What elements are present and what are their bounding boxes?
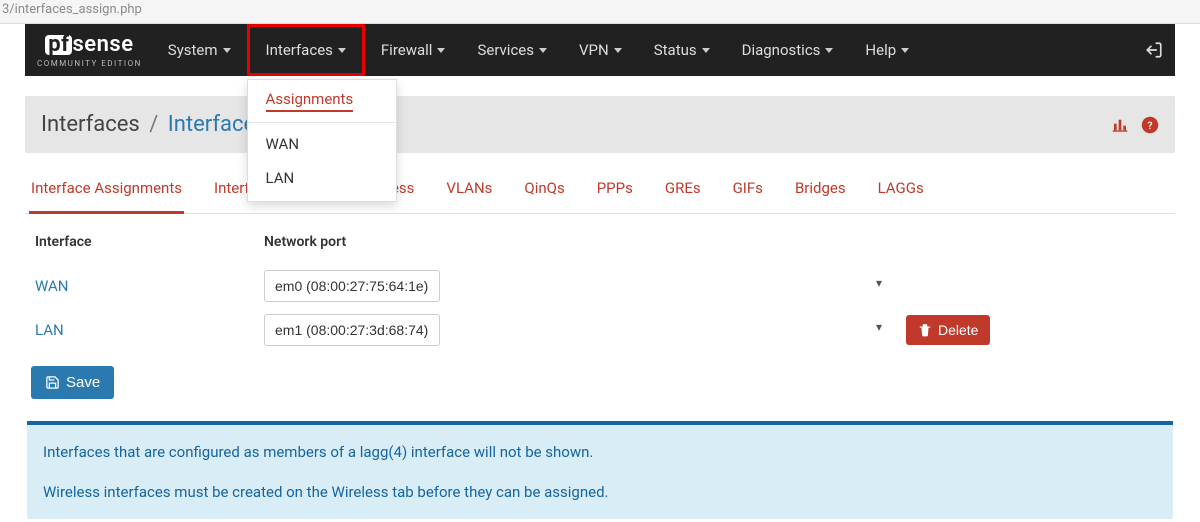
navbar: pfsense COMMUNITY EDITION System Interfa…	[25, 24, 1175, 76]
nav-vpn-label: VPN	[579, 41, 609, 59]
table-row: WAN em0 (08:00:27:75:64:1e)	[29, 264, 1171, 308]
trash-icon	[918, 323, 932, 337]
nav-diagnostics[interactable]: Diagnostics	[726, 24, 850, 76]
logo-subtitle: COMMUNITY EDITION	[37, 59, 142, 68]
nav-help[interactable]: Help	[849, 24, 925, 76]
col-networkport-header: Network port	[264, 234, 1171, 250]
nav-services[interactable]: Services	[461, 24, 563, 76]
dropdown-divider	[248, 122, 396, 123]
interfaces-dropdown: Assignments WAN LAN	[247, 79, 397, 202]
caret-icon	[825, 48, 833, 53]
network-port-select-lan[interactable]: em1 (08:00:27:3d:68:74)	[264, 314, 440, 346]
nav-status[interactable]: Status	[638, 24, 726, 76]
interface-link-wan[interactable]: WAN	[29, 277, 264, 295]
chart-icon[interactable]	[1111, 114, 1129, 135]
delete-button[interactable]: Delete	[906, 315, 990, 345]
nav-interfaces-label: Interfaces	[266, 41, 333, 59]
tab-ppps[interactable]: PPPs	[595, 171, 635, 213]
dropdown-item-wan[interactable]: WAN	[248, 127, 396, 161]
logo-sense: sense	[72, 32, 133, 57]
nav-firewall-label: Firewall	[381, 41, 433, 59]
nav-diagnostics-label: Diagnostics	[742, 41, 821, 59]
caret-icon	[539, 48, 547, 53]
info-box: Interfaces that are configured as member…	[27, 421, 1173, 519]
info-line-1: Interfaces that are configured as member…	[43, 443, 1157, 461]
dropdown-item-assignments[interactable]: Assignments	[266, 90, 354, 112]
interface-table: Interface Network port WAN em0 (08:00:27…	[25, 214, 1175, 399]
caret-icon	[223, 48, 231, 53]
info-line-2: Wireless interfaces must be created on t…	[43, 483, 1157, 501]
table-header: Interface Network port	[29, 234, 1171, 264]
nav-help-label: Help	[865, 41, 896, 59]
table-row: LAN em1 (08:00:27:3d:68:74) Delete	[29, 308, 1171, 352]
nav-system[interactable]: System	[152, 24, 247, 76]
tab-bridges[interactable]: Bridges	[793, 171, 848, 213]
logo[interactable]: pfsense COMMUNITY EDITION	[37, 24, 152, 76]
save-button[interactable]: Save	[31, 366, 114, 399]
tab-interface-assignments[interactable]: Interface Assignments	[29, 171, 184, 214]
url-bar: 3/interfaces_assign.php	[0, 0, 1200, 24]
caret-icon	[437, 48, 445, 53]
nav-vpn[interactable]: VPN	[563, 24, 638, 76]
caret-icon	[901, 48, 909, 53]
caret-icon	[614, 48, 622, 53]
tab-qinqs[interactable]: QinQs	[522, 171, 566, 213]
tab-gres[interactable]: GREs	[663, 171, 703, 213]
nav-services-label: Services	[477, 41, 534, 59]
nav-interfaces[interactable]: Interfaces Assignments WAN LAN	[247, 24, 365, 76]
dropdown-item-lan[interactable]: LAN	[248, 161, 396, 195]
delete-button-label: Delete	[938, 322, 978, 338]
svg-text:?: ?	[1147, 119, 1152, 132]
breadcrumb-root[interactable]: Interfaces	[41, 112, 140, 137]
tab-laggs[interactable]: LAGGs	[876, 171, 926, 213]
interface-link-lan[interactable]: LAN	[29, 321, 264, 339]
caret-icon	[338, 48, 346, 53]
tab-vlans[interactable]: VLANs	[444, 171, 494, 213]
nav-status-label: Status	[654, 41, 697, 59]
caret-icon	[702, 48, 710, 53]
nav-firewall[interactable]: Firewall	[365, 24, 462, 76]
tab-gifs[interactable]: GIFs	[731, 171, 765, 213]
save-button-label: Save	[66, 374, 100, 391]
save-icon	[45, 375, 60, 390]
help-icon[interactable]: ?	[1141, 114, 1159, 135]
col-interface-header: Interface	[29, 234, 264, 250]
logo-pf: pf	[45, 35, 72, 55]
logout-icon[interactable]	[1145, 24, 1163, 76]
page-header: Interfaces / Interface Assignments ?	[25, 96, 1175, 153]
nav-system-label: System	[168, 41, 218, 59]
tabs: Interface Assignments Interface Groups W…	[25, 153, 1175, 214]
breadcrumb-separator: /	[149, 112, 158, 137]
network-port-select-wan[interactable]: em0 (08:00:27:75:64:1e)	[264, 270, 440, 302]
